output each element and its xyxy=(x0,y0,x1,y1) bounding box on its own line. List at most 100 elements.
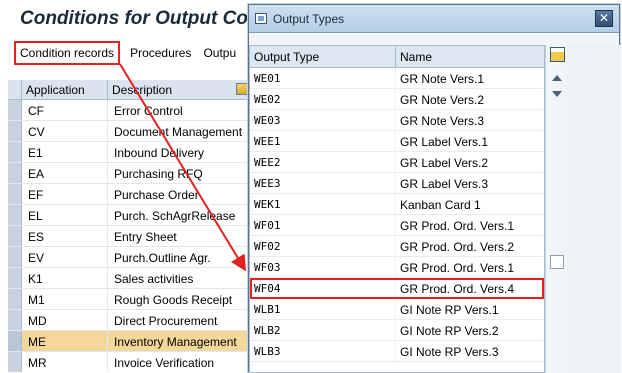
layout-settings-icon[interactable] xyxy=(550,47,565,62)
row-selector[interactable] xyxy=(8,142,22,162)
table-row[interactable]: ME Inventory Management xyxy=(8,331,248,352)
row-selector[interactable] xyxy=(8,121,22,141)
select-all-cell[interactable] xyxy=(8,80,22,99)
cell-application: CF xyxy=(22,100,108,120)
row-selector[interactable] xyxy=(8,100,22,120)
menubar: Condition records Procedures Outpu xyxy=(14,40,250,66)
cell-name: GR Note Vers.2 xyxy=(400,93,485,107)
cell-description: Error Control xyxy=(114,104,183,118)
row-selector[interactable] xyxy=(8,331,22,351)
table-settings-icon[interactable] xyxy=(236,83,248,95)
cell-description: Invoice Verification xyxy=(114,356,215,370)
cell-description: Purchase Order xyxy=(114,188,199,202)
window-icon xyxy=(255,13,267,24)
table-row[interactable]: MR Invoice Verification xyxy=(8,352,248,372)
row-selector[interactable] xyxy=(8,310,22,330)
table-row[interactable]: WE02 GR Note Vers.2 xyxy=(250,89,544,110)
table-row[interactable]: EV Purch.Outline Agr. xyxy=(8,247,248,268)
row-selector[interactable] xyxy=(8,352,22,372)
cell-output-type: WF04 xyxy=(250,278,396,298)
row-selector[interactable] xyxy=(8,226,22,246)
cell-application: EF xyxy=(22,184,108,204)
table-row[interactable]: WE01 GR Note Vers.1 xyxy=(250,68,544,89)
cell-name: GI Note RP Vers.1 xyxy=(400,303,499,317)
menu-output[interactable]: Outpu xyxy=(197,42,242,64)
cell-name: GI Note RP Vers.2 xyxy=(400,324,499,338)
cell-application: EA xyxy=(22,163,108,183)
cell-application: ES xyxy=(22,226,108,246)
table-row[interactable]: WLB1 GI Note RP Vers.1 xyxy=(250,299,544,320)
dialog-side-area xyxy=(567,45,621,373)
scroll-thumb[interactable] xyxy=(550,255,564,269)
table-row[interactable]: WEE1 GR Label Vers.1 xyxy=(250,131,544,152)
cell-description: Entry Sheet xyxy=(114,230,177,244)
table-row[interactable]: CF Error Control xyxy=(8,100,248,121)
col-header-description[interactable]: Description xyxy=(108,80,248,99)
menu-condition-records[interactable]: Condition records xyxy=(14,41,121,65)
row-selector[interactable] xyxy=(8,289,22,309)
menu-procedures[interactable]: Procedures xyxy=(124,42,197,64)
vertical-scrollbar[interactable] xyxy=(545,45,567,373)
table-row[interactable]: MD Direct Procurement xyxy=(8,310,248,331)
cell-output-type: WLB2 xyxy=(250,320,396,340)
scroll-down-icon[interactable] xyxy=(552,91,562,97)
cell-name: GR Label Vers.2 xyxy=(400,156,489,170)
cell-application: K1 xyxy=(22,268,108,288)
col-header-name[interactable]: Name xyxy=(396,46,544,67)
cell-name: GR Prod. Ord. Vers.2 xyxy=(400,240,515,254)
row-selector[interactable] xyxy=(8,163,22,183)
col-header-application[interactable]: Application xyxy=(22,80,108,99)
row-selector[interactable] xyxy=(8,205,22,225)
cell-name: GR Note Vers.1 xyxy=(400,72,485,86)
table-row[interactable]: M1 Rough Goods Receipt xyxy=(8,289,248,310)
cell-application: CV xyxy=(22,121,108,141)
col-header-output-type[interactable]: Output Type xyxy=(250,46,396,67)
cell-output-type: WE02 xyxy=(250,89,396,109)
cell-name: GR Prod. Ord. Vers.4 xyxy=(400,282,515,296)
cell-application: EL xyxy=(22,205,108,225)
cell-description: Document Management xyxy=(114,125,243,139)
output-types-dialog: Output Types ✕ Output Type Name WE01 GR N… xyxy=(248,4,621,373)
cell-description: Inventory Management xyxy=(108,331,248,351)
cell-application: MD xyxy=(22,310,108,330)
table-row[interactable]: WEE3 GR Label Vers.3 xyxy=(250,173,544,194)
table-row[interactable]: E1 Inbound Delivery xyxy=(8,142,248,163)
cell-description: Direct Procurement xyxy=(114,314,218,328)
table-row[interactable]: EF Purchase Order xyxy=(8,184,248,205)
cell-description: Sales activities xyxy=(114,272,194,286)
table-row[interactable]: WLB3 GI Note RP Vers.3 xyxy=(250,341,544,362)
table-row[interactable]: WEK1 Kanban Card 1 xyxy=(250,194,544,215)
table-row[interactable]: WF02 GR Prod. Ord. Vers.2 xyxy=(250,236,544,257)
table-row[interactable]: WF03 GR Prod. Ord. Vers.1 xyxy=(250,257,544,278)
cell-output-type: WE01 xyxy=(250,68,396,88)
scroll-up-icon[interactable] xyxy=(552,75,562,81)
cell-output-type: WF01 xyxy=(250,215,396,235)
col-header-description-label: Description xyxy=(112,83,173,97)
cell-description: Inbound Delivery xyxy=(114,146,205,160)
table-row[interactable]: EA Purchasing RFQ xyxy=(8,163,248,184)
table-row[interactable]: WF01 GR Prod. Ord. Vers.1 xyxy=(250,215,544,236)
cell-name: GR Label Vers.3 xyxy=(400,177,489,191)
cell-description: Rough Goods Receipt xyxy=(114,293,233,307)
cell-description: Purch.Outline Agr. xyxy=(114,251,211,265)
table-row[interactable]: K1 Sales activities xyxy=(8,268,248,289)
cell-description: Purch. SchAgrRelease xyxy=(114,209,236,223)
table-row[interactable]: WF04 GR Prod. Ord. Vers.4 xyxy=(250,278,544,299)
cell-description: Purchasing RFQ xyxy=(114,167,203,181)
table-row[interactable]: WEE2 GR Label Vers.2 xyxy=(250,152,544,173)
table-row[interactable]: WE03 GR Note Vers.3 xyxy=(250,110,544,131)
table-row[interactable]: CV Document Management xyxy=(8,121,248,142)
cell-application: EV xyxy=(22,247,108,267)
cell-name: GI Note RP Vers.3 xyxy=(400,345,499,359)
row-selector[interactable] xyxy=(8,268,22,288)
table-row[interactable]: EL Purch. SchAgrRelease xyxy=(8,205,248,226)
page-title: Conditions for Output Con xyxy=(20,8,260,29)
cell-output-type: WEE3 xyxy=(250,173,396,193)
row-selector[interactable] xyxy=(8,247,22,267)
close-button[interactable]: ✕ xyxy=(595,10,613,27)
row-selector[interactable] xyxy=(8,184,22,204)
table-row[interactable]: ES Entry Sheet xyxy=(8,226,248,247)
dialog-title: Output Types xyxy=(273,12,345,26)
cell-application: E1 xyxy=(22,142,108,162)
table-row[interactable]: WLB2 GI Note RP Vers.2 xyxy=(250,320,544,341)
